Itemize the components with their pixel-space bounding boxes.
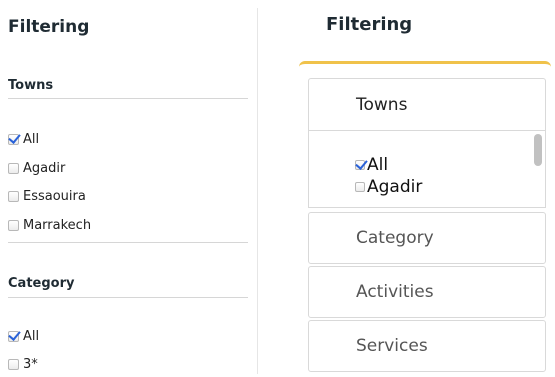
towns-option-all[interactable]: All <box>8 130 39 148</box>
section-title-towns: Towns <box>8 78 54 93</box>
category-option-3star[interactable]: 3* <box>8 355 38 373</box>
filter-accordion: Towns All Agadir Category Activities Ser… <box>299 61 551 377</box>
option-label: All <box>23 328 40 344</box>
towns-option-agadir[interactable]: Agadir <box>8 159 65 177</box>
section-divider <box>8 98 248 99</box>
option-label: Marrakech <box>23 217 92 233</box>
towns-option-all[interactable]: All <box>355 154 388 176</box>
option-label: 3* <box>23 356 38 372</box>
option-label: All <box>23 131 40 147</box>
panel-divider <box>257 8 258 374</box>
checkbox[interactable] <box>8 162 19 174</box>
checkbox[interactable] <box>8 358 19 370</box>
left-panel-title: Filtering <box>8 17 90 37</box>
checkbox[interactable] <box>8 190 19 202</box>
towns-option-essaouira[interactable]: Essaouira <box>8 187 86 205</box>
checkbox[interactable] <box>8 219 19 231</box>
category-option-all[interactable]: All <box>8 327 39 345</box>
accordion-header-category[interactable]: Category <box>308 212 546 264</box>
accordion-header-label: Category <box>356 228 434 248</box>
option-label: Agadir <box>23 160 66 176</box>
section-title-category: Category <box>8 276 75 291</box>
option-label: Essaouira <box>23 188 86 204</box>
accordion-header-activities[interactable]: Activities <box>308 266 546 318</box>
towns-option-marrakech[interactable]: Marrakech <box>8 216 91 234</box>
accordion-header-label: Towns <box>356 94 408 115</box>
option-label: All <box>367 155 389 175</box>
accordion-header-label: Services <box>356 336 428 356</box>
towns-option-agadir[interactable]: Agadir <box>355 176 422 198</box>
accordion-header-label: Activities <box>356 282 434 302</box>
checkbox-checked[interactable] <box>8 330 19 342</box>
checkbox-checked[interactable] <box>355 160 365 170</box>
accordion-header-towns[interactable]: Towns <box>308 78 546 130</box>
left-filter-panel: Filtering Towns All Agadir Essaouira Mar… <box>0 0 256 374</box>
section-divider <box>8 297 248 298</box>
section-divider <box>8 242 248 243</box>
option-label: Agadir <box>367 177 423 197</box>
accordion-panel-towns[interactable]: All Agadir <box>308 130 546 208</box>
accordion-header-services[interactable]: Services <box>308 320 546 372</box>
right-panel-title: Filtering <box>326 14 413 35</box>
scrollbar-thumb[interactable] <box>534 134 542 166</box>
checkbox[interactable] <box>355 182 365 192</box>
checkbox-checked[interactable] <box>8 133 19 145</box>
